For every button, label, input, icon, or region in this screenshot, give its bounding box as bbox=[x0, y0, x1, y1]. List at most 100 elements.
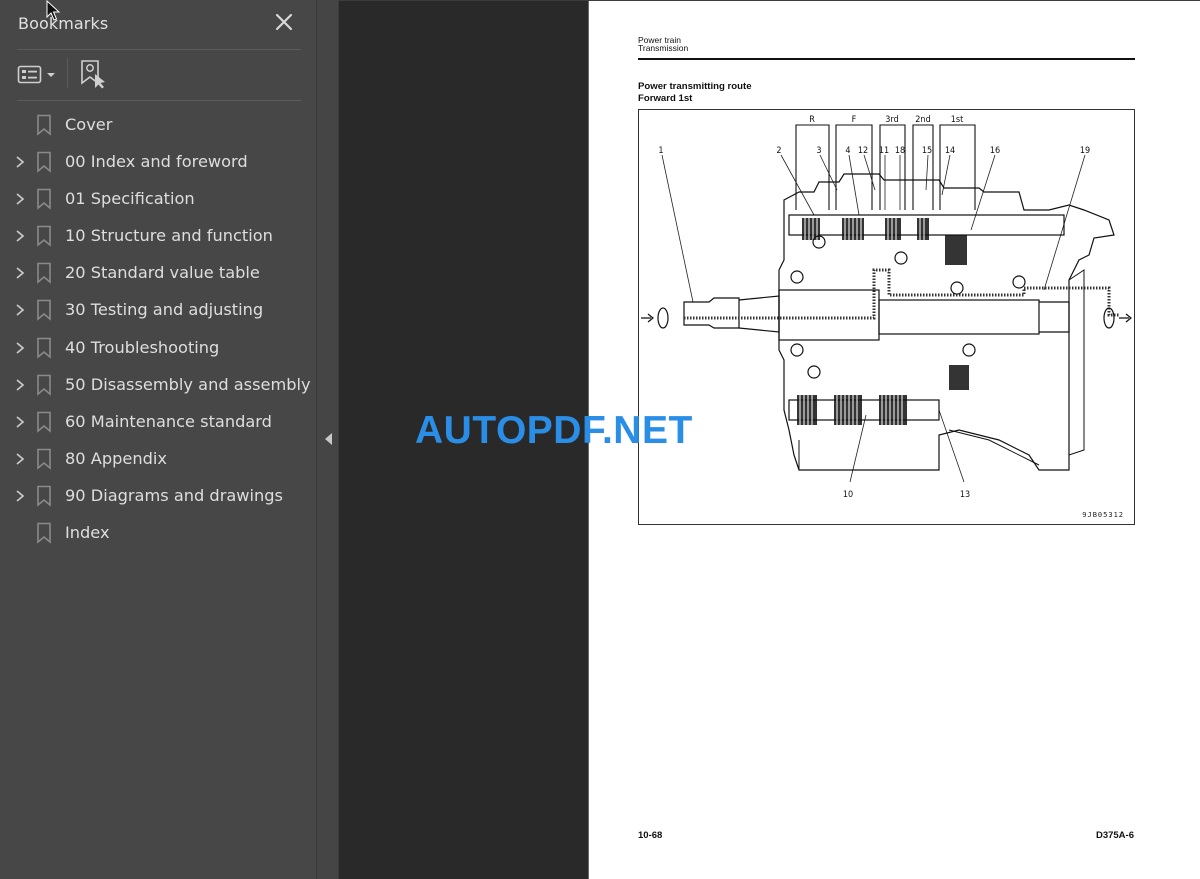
caret-down-icon bbox=[47, 73, 55, 77]
callout-12: 12 bbox=[858, 146, 868, 156]
bookmark-label: Index bbox=[65, 523, 110, 543]
clutch-label-1: F bbox=[852, 115, 857, 125]
input-rotation-arrow bbox=[641, 307, 669, 329]
bookmark-icon bbox=[36, 299, 52, 322]
bookmark-item-10[interactable]: 90 Diagrams and drawings bbox=[0, 477, 317, 514]
bookmark-item-1[interactable]: 00 Index and foreword bbox=[0, 143, 317, 180]
bookmark-icon bbox=[36, 188, 52, 210]
bookmark-label: 20 Standard value table bbox=[65, 263, 260, 283]
leader-15 bbox=[925, 154, 929, 191]
collapse-panel-button[interactable] bbox=[322, 431, 334, 447]
figure-code: 9JB05312 bbox=[1082, 511, 1124, 519]
mouse-cursor-icon bbox=[46, 0, 62, 22]
bookmark-item-11[interactable]: Index bbox=[0, 514, 317, 551]
page-header-section: Transmission bbox=[638, 43, 689, 53]
bookmark-icon bbox=[36, 411, 52, 433]
bookmark-item-0[interactable]: Cover bbox=[0, 106, 317, 143]
bookmark-item-6[interactable]: 40 Troubleshooting bbox=[0, 329, 317, 366]
bookmark-icon bbox=[36, 262, 52, 285]
callout-3: 3 bbox=[816, 146, 821, 156]
bookmark-icon bbox=[36, 374, 52, 396]
bookmark-label: 30 Testing and adjusting bbox=[65, 300, 264, 320]
bookmark-label: 40 Troubleshooting bbox=[65, 337, 220, 357]
bookmarks-title: Bookmarks bbox=[18, 14, 109, 33]
chevron-right-icon[interactable] bbox=[13, 191, 27, 207]
page-number: 10-68 bbox=[638, 830, 663, 841]
toolbar-divider bbox=[17, 100, 301, 101]
triangle-left-icon bbox=[325, 433, 332, 445]
bookmark-label: 00 Index and foreword bbox=[65, 152, 248, 172]
bookmark-item-7[interactable]: 50 Disassembly and assembly bbox=[0, 366, 317, 403]
clutch-bracket-3rd bbox=[879, 124, 906, 210]
leader-1 bbox=[661, 154, 694, 303]
callout-2: 2 bbox=[776, 146, 781, 156]
bookmark-item-4[interactable]: 20 Standard value table bbox=[0, 254, 317, 291]
model-code: D375A-6 bbox=[1095, 830, 1134, 841]
bookmark-label: 90 Diagrams and drawings bbox=[65, 485, 283, 505]
callout-18: 18 bbox=[895, 146, 905, 156]
leader-4 bbox=[848, 154, 860, 216]
bookmark-icon bbox=[36, 151, 52, 173]
bookmark-icon bbox=[36, 337, 52, 359]
clutch-bracket-1st bbox=[939, 124, 976, 210]
bookmark-item-9[interactable]: 80 Appendix bbox=[0, 440, 317, 477]
chevron-right-icon[interactable] bbox=[13, 451, 27, 467]
chevron-right-icon[interactable] bbox=[13, 302, 27, 318]
bookmarks-panel: Bookmarks Cover 00 Index and foreword 01… bbox=[0, 0, 317, 879]
bookmark-label: Cover bbox=[65, 115, 113, 134]
leader-12 bbox=[863, 154, 876, 191]
callout-11: 11 bbox=[879, 146, 889, 156]
chevron-right-icon[interactable] bbox=[13, 488, 27, 504]
bookmark-icon bbox=[36, 485, 52, 507]
clutch-bracket-2nd bbox=[912, 124, 934, 210]
bookmark-item-5[interactable]: 30 Testing and adjusting bbox=[0, 291, 317, 328]
bookmark-icon bbox=[36, 225, 52, 247]
header-rule bbox=[638, 58, 1135, 60]
find-current-bookmark-button[interactable] bbox=[79, 59, 107, 89]
chevron-right-icon[interactable] bbox=[13, 228, 27, 244]
bookmark-label: 50 Disassembly and assembly bbox=[65, 374, 311, 394]
watermark: AUTOPDF.NET bbox=[415, 409, 693, 452]
callout-14: 14 bbox=[945, 146, 955, 156]
bookmark-icon bbox=[36, 522, 52, 544]
section-title: Power transmitting route bbox=[638, 81, 752, 92]
bookmark-item-8[interactable]: 60 Maintenance standard bbox=[0, 403, 317, 440]
clutch-label-2: 3rd bbox=[885, 115, 898, 125]
section-subtitle: Forward 1st bbox=[638, 93, 693, 104]
callout-13: 13 bbox=[960, 490, 970, 500]
chevron-right-icon[interactable] bbox=[13, 340, 27, 356]
callout-10: 10 bbox=[843, 490, 853, 500]
bookmark-options-button[interactable] bbox=[17, 62, 59, 88]
chevron-right-icon[interactable] bbox=[13, 377, 27, 393]
close-icon[interactable] bbox=[272, 10, 296, 34]
clutch-label-4: 1st bbox=[951, 115, 964, 125]
leader-2 bbox=[780, 154, 815, 216]
bookmark-label: 60 Maintenance standard bbox=[65, 411, 272, 431]
bookmark-label: 10 Structure and function bbox=[65, 226, 273, 246]
callout-16: 16 bbox=[990, 146, 1000, 156]
chevron-right-icon[interactable] bbox=[13, 154, 27, 170]
clutch-bracket-f bbox=[835, 124, 873, 210]
bookmark-list: Cover 00 Index and foreword 01 Specifica… bbox=[0, 106, 317, 551]
callout-4: 4 bbox=[845, 146, 850, 156]
header-divider bbox=[17, 49, 301, 50]
bookmark-item-2[interactable]: 01 Specification bbox=[0, 180, 317, 217]
chevron-right-icon[interactable] bbox=[13, 265, 27, 281]
bookmark-label: 01 Specification bbox=[65, 189, 195, 209]
callout-1: 1 bbox=[658, 146, 663, 156]
callout-19: 19 bbox=[1080, 146, 1090, 156]
bookmarks-toolbar bbox=[0, 52, 317, 98]
bookmark-icon bbox=[36, 448, 52, 470]
clutch-label-3: 2nd bbox=[915, 115, 930, 125]
clutch-bracket-r bbox=[795, 124, 830, 210]
bookmark-item-3[interactable]: 10 Structure and function bbox=[0, 217, 317, 254]
callout-15: 15 bbox=[922, 146, 932, 156]
transmission-diagram: R F 3rd 2nd 1st 1 2 3 4 12 11 18 15 14 16 19 10 13 bbox=[638, 109, 1135, 525]
leader-10 bbox=[849, 414, 867, 483]
toolbar-separator bbox=[67, 58, 68, 88]
find-current-bookmark-icon bbox=[81, 60, 105, 89]
list-options-icon bbox=[17, 65, 42, 84]
leader-14 bbox=[941, 154, 951, 196]
chevron-right-icon[interactable] bbox=[13, 414, 27, 430]
bookmark-icon bbox=[36, 114, 52, 136]
